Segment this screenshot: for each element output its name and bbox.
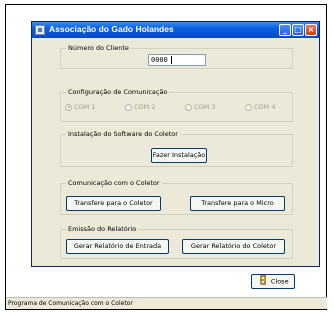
status-bar: Programa de Comunicação com o Coletor	[6, 297, 327, 309]
maximize-button[interactable]: □	[292, 24, 304, 36]
instalacao-label: Instalação do Software do Coletor	[66, 130, 180, 138]
close-button-label: Close	[270, 277, 289, 286]
close-button[interactable]: 🚪︎ Close	[251, 274, 295, 289]
radio-com4[interactable]: COM 4	[245, 103, 275, 113]
radio-com1-label: COM 1	[74, 103, 96, 111]
radio-com3[interactable]: COM 3	[185, 103, 215, 113]
comunicacao-group: Configuração de Comunicação COM 1 COM 2 …	[60, 88, 293, 122]
comunicacao-label: Configuração de Comunicação	[66, 88, 170, 96]
radio-icon	[185, 103, 192, 111]
title-bar[interactable]: Associação do Gado Holandes _ □ ×	[32, 22, 319, 38]
door-icon: 🚪︎	[257, 276, 269, 286]
relatorio-label: Emissão do Relatório	[66, 225, 139, 233]
radio-com3-label: COM 3	[194, 103, 216, 111]
report-coletor-button[interactable]: Gerar Relatório do Coletor	[182, 239, 285, 254]
window-title: Associação do Gado Holandes	[49, 24, 174, 34]
radio-checked-icon	[65, 103, 72, 111]
radio-icon	[125, 103, 132, 111]
radio-icon	[245, 103, 252, 111]
transfer-to-micro-button[interactable]: Transfere para o Micro	[190, 196, 285, 211]
transfer-to-coletor-button[interactable]: Transfere para o Coletor	[66, 196, 161, 211]
radio-com1[interactable]: COM 1	[65, 103, 95, 113]
install-button[interactable]: Fazer Instalação	[151, 148, 207, 163]
radio-com2[interactable]: COM 2	[125, 103, 155, 113]
cliente-number-input[interactable]: 0000	[148, 54, 206, 66]
minimize-button[interactable]: _	[279, 24, 291, 36]
radio-com2-label: COM 2	[134, 103, 156, 111]
app-window: Associação do Gado Holandes _ □ × Número…	[31, 21, 320, 267]
close-window-button[interactable]: ×	[305, 24, 317, 36]
app-icon	[35, 25, 45, 35]
coletor-label: Comunicação com o Coletor	[66, 179, 162, 187]
cliente-label: Número do Cliente	[66, 44, 131, 52]
radio-com4-label: COM 4	[254, 103, 276, 111]
report-entrada-button[interactable]: Gerar Relatório de Entrada	[66, 239, 169, 254]
